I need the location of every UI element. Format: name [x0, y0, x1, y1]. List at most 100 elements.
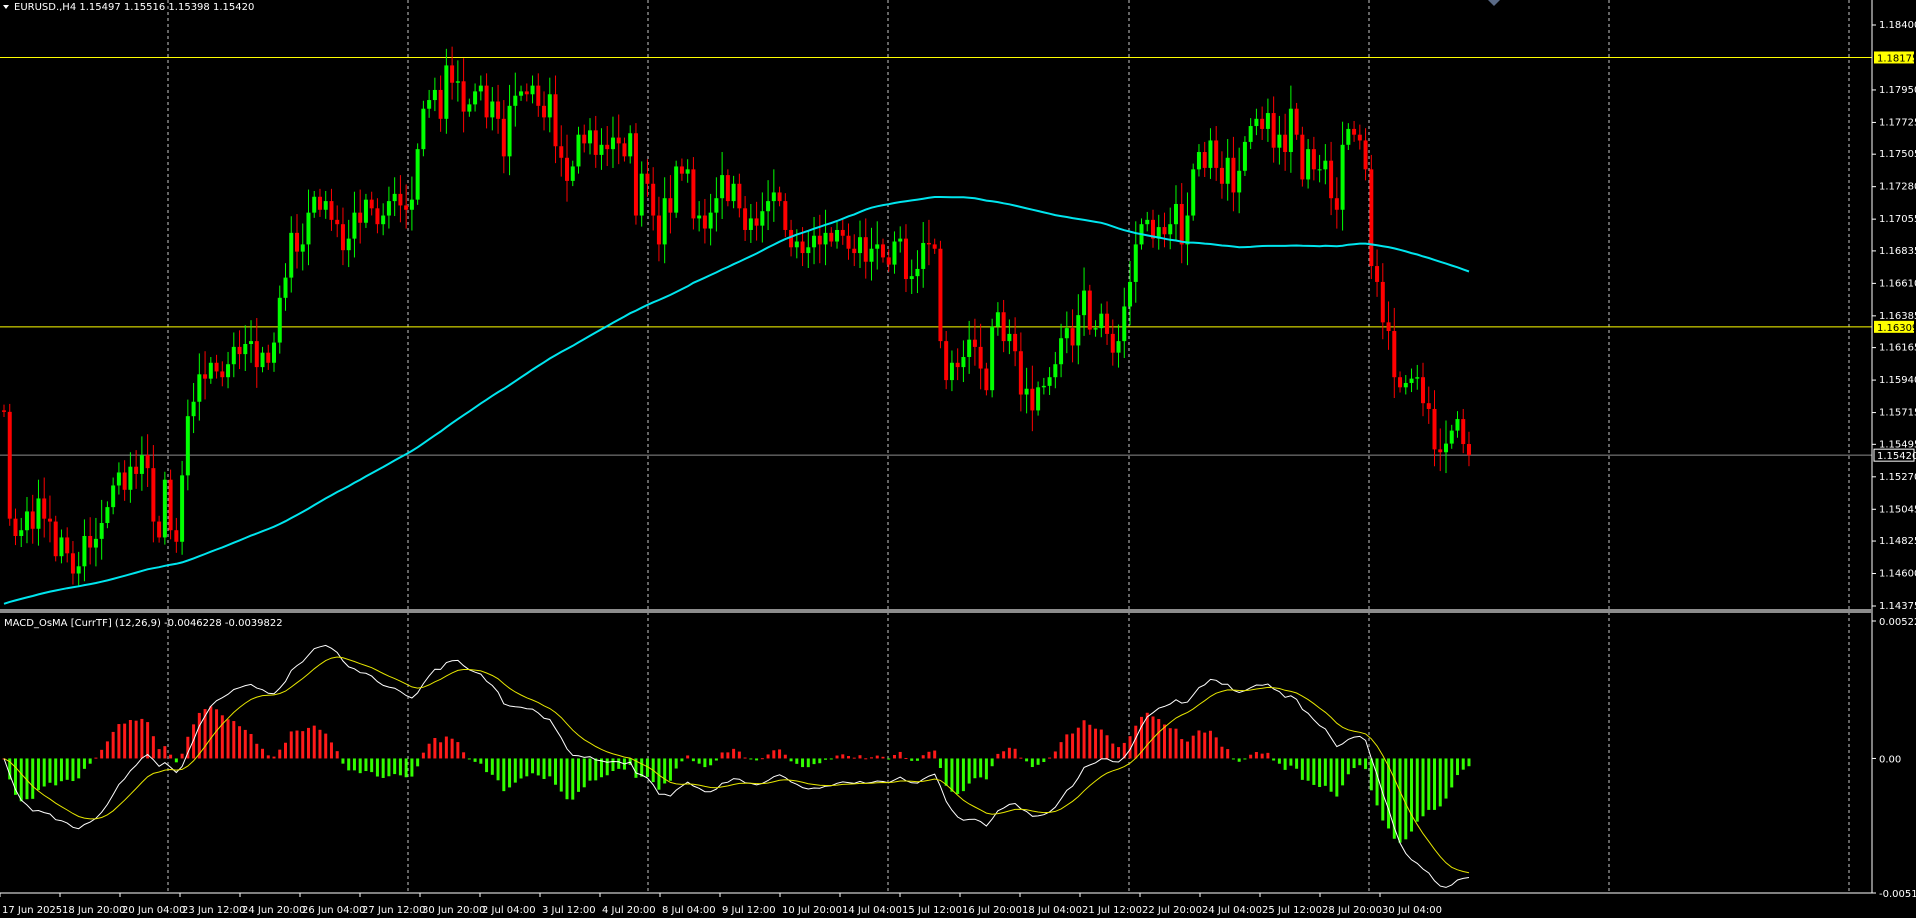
candle-body	[1219, 167, 1224, 184]
candle-body	[674, 166, 679, 213]
histogram-bar	[209, 706, 213, 759]
candle-body	[467, 104, 472, 112]
histogram-bar	[1369, 758, 1373, 791]
candle-body	[685, 169, 690, 174]
histogram-bar	[128, 720, 132, 759]
histogram-bar	[789, 758, 793, 762]
histogram-bar	[1461, 758, 1465, 770]
candle-body	[1369, 169, 1374, 267]
histogram-bar	[197, 712, 201, 759]
time-tick-label: 16 Jul 20:00	[962, 905, 1022, 916]
candle-body	[984, 368, 989, 391]
histogram-bar	[289, 731, 293, 759]
candle-body	[576, 134, 581, 167]
histogram-bar	[347, 758, 351, 771]
histogram-bar	[760, 758, 764, 760]
candle-body	[386, 201, 391, 216]
candle-body	[1225, 157, 1230, 184]
candle-body	[1449, 430, 1454, 444]
candle-body	[323, 201, 328, 210]
histogram-bar	[1260, 753, 1264, 759]
histogram-bar	[48, 758, 52, 783]
price-tick-label: 1.17725	[1879, 117, 1916, 128]
histogram-bar	[898, 751, 902, 759]
time-tick-label: 14 Jul 04:00	[842, 905, 902, 916]
candle-body	[829, 232, 834, 242]
histogram-bar	[1220, 746, 1224, 759]
candle-body	[783, 201, 788, 230]
candle-body	[237, 346, 242, 355]
candle-body	[656, 215, 661, 245]
price-tick-label: 1.17280	[1879, 182, 1916, 193]
candle-body	[938, 248, 943, 342]
candle-body	[1432, 408, 1437, 450]
candle-body	[932, 244, 937, 249]
histogram-bar	[921, 755, 925, 759]
candle-body	[1145, 219, 1150, 225]
histogram-bar	[215, 709, 219, 759]
histogram-bar	[278, 749, 282, 759]
histogram-bar	[984, 758, 988, 780]
histogram-bar	[1007, 747, 1011, 759]
candle-body	[530, 85, 535, 95]
candle-body	[806, 247, 811, 254]
candle-body	[363, 199, 368, 223]
candle-body	[1329, 160, 1334, 199]
histogram-bar	[157, 749, 161, 759]
candle-body	[59, 537, 64, 557]
histogram-bar	[329, 742, 333, 759]
histogram-bar	[358, 758, 362, 774]
histogram-bar	[686, 755, 690, 759]
histogram-bar	[709, 758, 713, 766]
time-tick-label: 30 Jul 04:00	[1382, 905, 1442, 916]
histogram-bar	[1421, 758, 1425, 817]
histogram-bar	[1243, 758, 1247, 760]
histogram-bar	[433, 738, 437, 759]
candle-body	[1398, 377, 1403, 388]
candle-body	[651, 183, 656, 216]
candle-body	[714, 198, 719, 213]
candle-body	[2, 410, 6, 412]
candle-body	[1254, 118, 1259, 127]
candle-body	[628, 133, 633, 157]
candle-body	[1173, 203, 1178, 225]
histogram-bar	[387, 758, 391, 777]
indicator-tick-label: 0.005224	[1879, 617, 1916, 628]
candle-body	[1438, 449, 1443, 453]
histogram-bar	[410, 758, 414, 777]
candle-body	[1110, 333, 1115, 353]
candle-body	[1041, 385, 1046, 388]
candle-body	[197, 374, 202, 402]
candle-body	[1013, 333, 1018, 352]
histogram-bar	[887, 758, 891, 760]
histogram-bar	[1071, 733, 1075, 759]
candle-body	[1283, 134, 1288, 153]
candle-body	[1018, 351, 1023, 395]
candle-body	[869, 248, 874, 262]
candle-body	[898, 238, 903, 242]
time-tick-label: 23 Jun 12:00	[182, 905, 246, 916]
histogram-bar	[1042, 758, 1046, 763]
candle-body	[1455, 419, 1460, 431]
histogram-bar	[1117, 747, 1121, 759]
histogram-bar	[324, 733, 328, 759]
histogram-bar	[1157, 719, 1161, 759]
candle-body	[1403, 382, 1408, 388]
candle-body	[289, 232, 294, 278]
histogram-bar	[100, 749, 104, 759]
time-tick-label: 10 Jul 20:00	[782, 905, 842, 916]
candle-body	[1392, 331, 1397, 378]
candle-body	[1191, 169, 1196, 216]
candle-body	[1288, 108, 1293, 153]
price-tick-label: 1.16165	[1879, 343, 1916, 354]
time-tick-label: 4 Jul 20:00	[602, 905, 656, 916]
histogram-bar	[1300, 758, 1304, 780]
histogram-bar	[117, 724, 121, 759]
candle-body	[455, 81, 460, 83]
histogram-bar	[1335, 758, 1339, 797]
candle-body	[587, 130, 592, 144]
candle-body	[427, 100, 432, 109]
time-tick-label: 28 Jul 20:00	[1322, 905, 1382, 916]
candle-body	[19, 530, 24, 536]
candle-body	[944, 341, 949, 381]
